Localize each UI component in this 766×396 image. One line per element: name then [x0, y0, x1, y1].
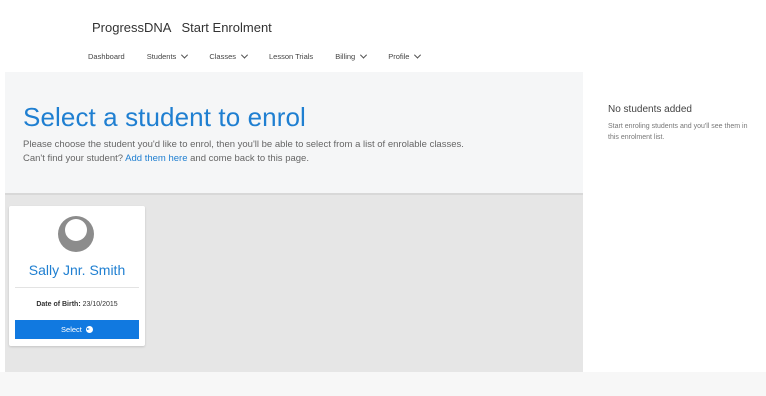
lead-text-3: and come back to this page.: [190, 153, 309, 164]
page-footer: [0, 372, 766, 396]
add-student-link[interactable]: Add them here: [125, 153, 187, 164]
nav-dashboard[interactable]: Dashboard: [88, 52, 125, 61]
sidebar-description: Start enroling students and you'll see t…: [608, 123, 748, 141]
nav-dashboard-label: Dashboard: [88, 52, 125, 61]
brand-row: ProgressDNA Start Enrolment: [92, 20, 272, 35]
nav-classes-label: Classes: [209, 52, 236, 61]
chevron-down-icon: [181, 51, 189, 59]
lead-text-1: Please choose the student you'd like to …: [23, 139, 464, 150]
avatar-icon: [57, 215, 95, 253]
chevron-down-icon: [414, 51, 422, 59]
nav-students-label: Students: [146, 52, 177, 61]
nav-classes[interactable]: Classes: [209, 51, 249, 61]
main-content: Select a student to enrol Please choose …: [5, 72, 583, 372]
nav-profile[interactable]: Profile: [388, 51, 422, 61]
dob-value: 23/10/2015: [82, 301, 118, 308]
nav-lesson-trials-label: Lesson Trials: [269, 52, 314, 61]
select-student-button[interactable]: Select: [15, 320, 139, 339]
arrow-circle-right-icon: [85, 326, 93, 333]
student-dob: Date of Birth: 23/10/2015: [9, 301, 145, 308]
page-heading: Select a student to enrol: [23, 102, 306, 132]
chevron-down-icon: [240, 51, 249, 59]
sidebar-title: No students added: [608, 104, 692, 115]
main-nav: Dashboard Students Classes Lesson Trials…: [88, 51, 442, 61]
nav-lesson-trials[interactable]: Lesson Trials: [269, 52, 313, 61]
select-button-label: Select: [61, 325, 82, 334]
student-name: Sally Jnr. Smith: [28, 262, 126, 278]
top-header: ProgressDNA Start Enrolment Dashboard St…: [0, 0, 766, 72]
brand-name[interactable]: ProgressDNA: [92, 20, 171, 35]
lead-text-2: Can't find your student?: [23, 153, 124, 164]
student-card: Sally Jnr. Smith Date of Birth: 23/10/20…: [9, 206, 145, 346]
dob-label: Date of Birth:: [36, 301, 81, 308]
hero-lead: Please choose the student you'd like to …: [23, 138, 563, 166]
hero-panel: Select a student to enrol Please choose …: [5, 72, 583, 195]
nav-profile-label: Profile: [388, 52, 410, 61]
chevron-down-icon: [360, 51, 368, 59]
card-divider: [15, 287, 139, 288]
nav-billing[interactable]: Billing: [335, 51, 368, 61]
nav-billing-label: Billing: [335, 52, 356, 61]
nav-students[interactable]: Students: [146, 51, 189, 61]
enrolment-sidebar: No students added Start enroling student…: [583, 72, 766, 372]
page-title: Start Enrolment: [181, 20, 272, 35]
